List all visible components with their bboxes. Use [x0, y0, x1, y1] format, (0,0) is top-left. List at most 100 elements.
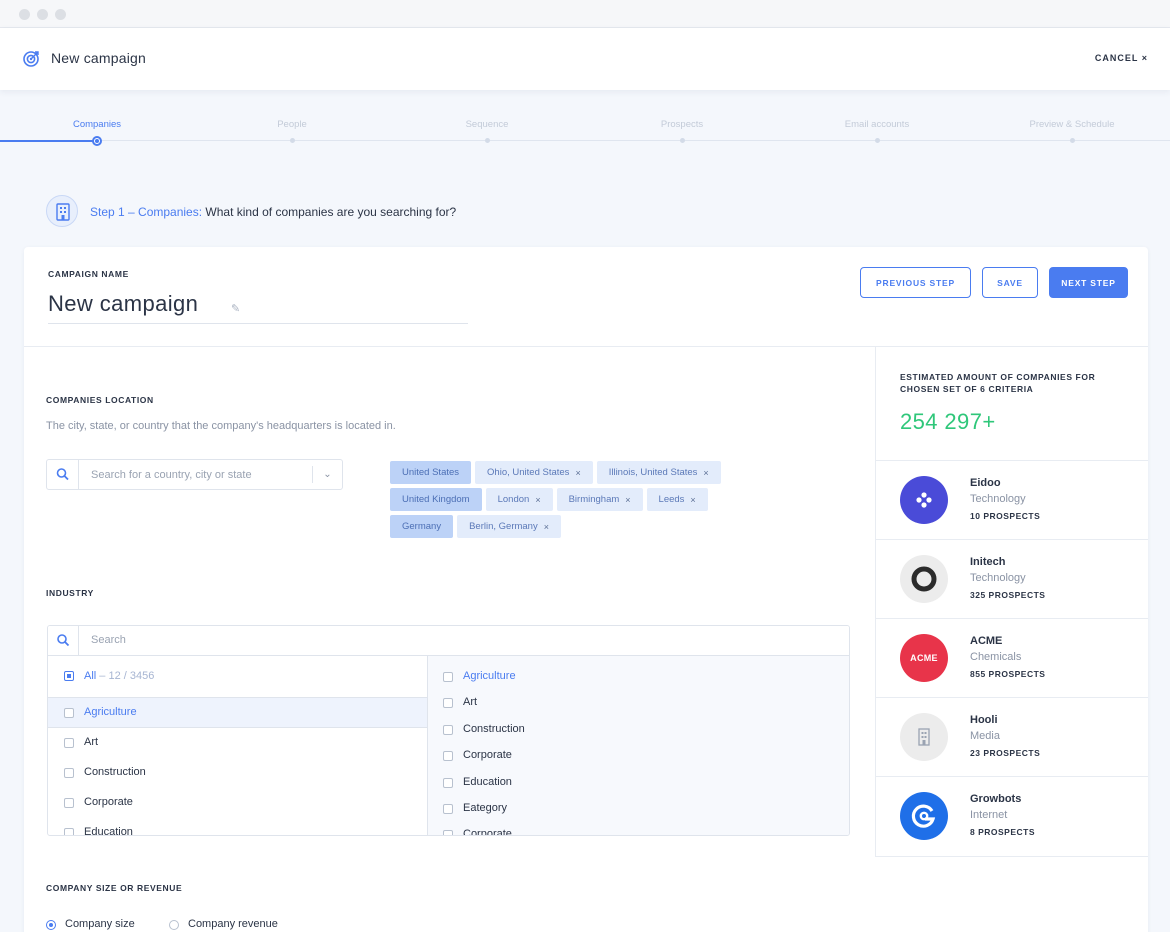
- industry-all-count: – 12 / 3456: [96, 670, 155, 682]
- company-size-option[interactable]: Company size: [65, 918, 135, 930]
- remove-icon[interactable]: ×: [575, 468, 580, 478]
- location-tag[interactable]: United Kingdom: [390, 488, 482, 511]
- checkbox[interactable]: [443, 725, 453, 735]
- campaign-name-field[interactable]: New campaign: [48, 291, 198, 317]
- location-tag[interactable]: Germany: [390, 515, 454, 538]
- location-search-placeholder: Search for a country, city or state: [91, 469, 252, 481]
- industry-column-left: All – 12 / 3456 Agriculture Art Construc…: [48, 656, 428, 835]
- company-card[interactable]: Eidoo Technology 10 PROSPECTS: [876, 460, 1148, 539]
- industry-column-right: Agriculture Art Construction Corporate E…: [428, 656, 849, 835]
- checkbox[interactable]: [64, 768, 74, 778]
- target-icon: [23, 51, 39, 67]
- search-icon: [48, 626, 79, 655]
- checkbox[interactable]: [64, 828, 74, 835]
- industry-item[interactable]: Corporate: [463, 749, 512, 761]
- company-revenue-radio[interactable]: [169, 920, 179, 930]
- remove-icon[interactable]: ×: [625, 495, 630, 505]
- company-name: Initech: [970, 556, 1006, 568]
- step-dot: [680, 138, 685, 143]
- next-step-button[interactable]: NEXT STEP: [1049, 267, 1128, 298]
- company-industry: Chemicals: [970, 651, 1022, 663]
- location-tag[interactable]: Leeds ×: [646, 488, 708, 511]
- pencil-icon[interactable]: ✎: [231, 302, 240, 315]
- campaign-name-label: CAMPAIGN NAME: [48, 269, 129, 279]
- remove-icon[interactable]: ×: [690, 495, 695, 505]
- estimate-panel: ESTIMATED AMOUNT OF COMPANIES FOR CHOSEN…: [875, 347, 1148, 857]
- step-people[interactable]: People: [217, 119, 367, 130]
- step-prospects[interactable]: Prospects: [607, 119, 757, 130]
- cancel-button[interactable]: CANCEL ×: [1095, 53, 1148, 63]
- company-name: Growbots: [970, 793, 1022, 805]
- campaign-name-underline: [48, 323, 468, 324]
- industry-item[interactable]: Agriculture: [463, 670, 516, 682]
- location-tag[interactable]: Illinois, United States ×: [596, 461, 721, 484]
- card-header: CAMPAIGN NAME New campaign ✎ PREVIOUS ST…: [24, 247, 1148, 347]
- industry-search-input[interactable]: Search: [48, 626, 849, 656]
- company-card[interactable]: ACME ACME Chemicals 855 PROSPECTS: [876, 618, 1148, 697]
- location-tag[interactable]: Berlin, Germany ×: [457, 515, 561, 538]
- window-chrome: [0, 0, 1170, 28]
- step-email-accounts[interactable]: Email accounts: [802, 119, 952, 130]
- company-name: Hooli: [970, 714, 998, 726]
- progress-track-active: [0, 140, 98, 142]
- step-companies[interactable]: Companies: [22, 119, 172, 130]
- industry-item[interactable]: Eategory: [463, 802, 507, 814]
- previous-step-button[interactable]: PREVIOUS STEP: [860, 267, 971, 298]
- industry-item[interactable]: Art: [463, 696, 477, 708]
- chevron-down-icon[interactable]: ⌄: [312, 466, 342, 483]
- industry-item[interactable]: Education: [84, 826, 133, 835]
- criteria-form: COMPANIES LOCATION The city, state, or c…: [24, 347, 875, 932]
- progress-track: [0, 140, 1170, 141]
- step-sequence[interactable]: Sequence: [412, 119, 562, 130]
- company-card[interactable]: Initech Technology 325 PROSPECTS: [876, 539, 1148, 618]
- step-intro-question: What kind of companies are you searching…: [202, 205, 457, 219]
- location-tag[interactable]: London ×: [485, 488, 553, 511]
- industry-item[interactable]: Education: [463, 776, 512, 788]
- industry-picker: Search All – 12 / 3456 Agriculture Art C…: [47, 625, 850, 836]
- company-revenue-option[interactable]: Company revenue: [188, 918, 278, 930]
- checkbox[interactable]: [443, 672, 453, 682]
- save-button[interactable]: SAVE: [982, 267, 1038, 298]
- industry-label: INDUSTRY: [46, 588, 94, 598]
- checkbox[interactable]: [443, 804, 453, 814]
- checkbox[interactable]: [64, 708, 74, 718]
- checkbox[interactable]: [64, 671, 74, 681]
- location-search-input[interactable]: Search for a country, city or state ⌄: [46, 459, 343, 490]
- step-intro-step: Step 1 – Companies:: [90, 205, 203, 219]
- company-card[interactable]: Growbots Internet 8 PROSPECTS: [876, 776, 1148, 855]
- step-preview-schedule[interactable]: Preview & Schedule: [997, 119, 1147, 130]
- location-tags: United States Ohio, United States × Illin…: [390, 461, 810, 542]
- checkbox[interactable]: [64, 798, 74, 808]
- company-card[interactable]: Hooli Media 23 PROSPECTS: [876, 697, 1148, 776]
- industry-all-option[interactable]: All – 12 / 3456: [48, 656, 427, 698]
- company-name: Eidoo: [970, 477, 1001, 489]
- search-icon: [47, 460, 79, 489]
- step-dot-active: [92, 136, 102, 146]
- remove-icon[interactable]: ×: [703, 468, 708, 478]
- remove-icon[interactable]: ×: [544, 522, 549, 532]
- checkbox[interactable]: [443, 778, 453, 788]
- checkbox[interactable]: [443, 751, 453, 761]
- checkbox[interactable]: [443, 830, 453, 835]
- acme-logo: ACME: [900, 634, 948, 682]
- company-size-radio[interactable]: [46, 920, 56, 930]
- industry-item[interactable]: Construction: [463, 723, 525, 735]
- industry-item[interactable]: Corporate: [463, 828, 512, 835]
- industry-item[interactable]: Construction: [84, 766, 146, 778]
- top-bar: New campaign CANCEL ×: [0, 28, 1170, 90]
- estimate-label: ESTIMATED AMOUNT OF COMPANIES FOR CHOSEN…: [900, 372, 1096, 394]
- industry-item[interactable]: Corporate: [84, 796, 133, 808]
- location-tag[interactable]: Ohio, United States ×: [475, 461, 593, 484]
- industry-item[interactable]: Art: [84, 736, 98, 748]
- checkbox[interactable]: [443, 698, 453, 708]
- window-dot: [55, 9, 66, 20]
- remove-icon[interactable]: ×: [535, 495, 540, 505]
- company-prospects: 855 PROSPECTS: [970, 669, 1046, 679]
- step-dot: [485, 138, 490, 143]
- campaign-card: CAMPAIGN NAME New campaign ✎ PREVIOUS ST…: [24, 247, 1148, 932]
- location-tag[interactable]: Birmingham ×: [556, 488, 643, 511]
- location-tag[interactable]: United States: [390, 461, 472, 484]
- industry-selected-row[interactable]: Agriculture: [48, 698, 427, 728]
- checkbox[interactable]: [64, 738, 74, 748]
- window-dot: [19, 9, 30, 20]
